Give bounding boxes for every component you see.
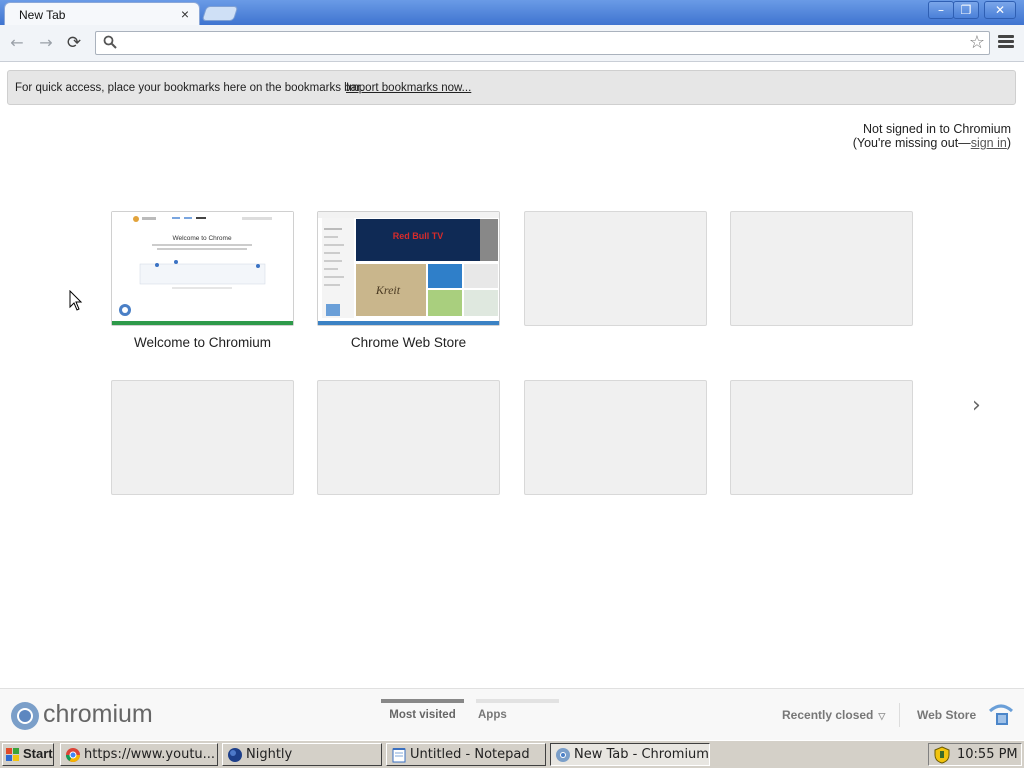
tile-empty[interactable] (524, 380, 707, 495)
tile-label[interactable]: Welcome to Chromium (111, 335, 294, 350)
brand-name: chromium (43, 700, 153, 728)
task-nightly[interactable]: Nightly (222, 743, 382, 766)
import-bookmarks-link[interactable]: Import bookmarks now... (346, 82, 471, 94)
section-label: Most visited (389, 709, 456, 721)
chromium-logo-icon (11, 702, 39, 730)
reload-button[interactable]: ⟳ (64, 33, 84, 53)
tile-accent-bar (318, 321, 499, 325)
title-bar: New Tab × – ❐ ✕ (0, 0, 1024, 26)
back-button[interactable]: ← (7, 33, 27, 53)
welcome-thumbnail: Welcome to Chrome (112, 212, 293, 325)
web-store-link[interactable]: Web Store (917, 708, 976, 722)
browser-toolbar: ← → ⟳ ☆ (0, 25, 1024, 62)
signin-notice: Not signed in to Chromium (You're missin… (853, 122, 1011, 150)
menu-icon[interactable] (998, 35, 1014, 51)
notepad-icon (392, 748, 406, 763)
tab-title: New Tab (19, 8, 66, 22)
omnibox-input[interactable] (122, 34, 952, 52)
store-feature-text: Kreit (375, 283, 401, 297)
ntp-footer: chromium Most visited Apps Recently clos… (0, 688, 1024, 740)
task-label: https://www.youtu... (84, 747, 216, 762)
signin-suffix: ) (1006, 136, 1011, 150)
recently-closed-label: Recently closed (782, 708, 874, 722)
clock: 10:55 PM (957, 747, 1018, 762)
system-tray: 10:55 PM (928, 743, 1022, 766)
tile-empty[interactable] (730, 380, 913, 495)
new-tab-button[interactable] (201, 6, 239, 21)
section-label: Apps (478, 709, 507, 721)
tile-empty[interactable] (524, 211, 707, 326)
chrome-icon (66, 748, 80, 762)
close-window-button[interactable]: ✕ (984, 1, 1016, 19)
chromium-icon (556, 748, 570, 762)
start-label: Start (23, 746, 53, 761)
tile-empty[interactable] (111, 380, 294, 495)
recently-closed-menu[interactable]: Recently closed ▽ (782, 708, 885, 722)
bookmark-bar-message: For quick access, place your bookmarks h… (15, 82, 364, 94)
task-youtube[interactable]: https://www.youtu... (60, 743, 218, 766)
search-icon (103, 35, 117, 49)
restore-button[interactable]: ❐ (953, 1, 979, 19)
sign-in-link[interactable]: sign in (971, 136, 1007, 150)
security-shield-icon[interactable] (934, 746, 950, 764)
store-banner-text: Red Bull TV (393, 231, 444, 241)
minimize-button[interactable]: – (928, 1, 954, 19)
bookmark-bar: For quick access, place your bookmarks h… (7, 70, 1016, 105)
task-label: Untitled - Notepad (410, 747, 530, 762)
taskbar: Start https://www.youtu... Nightly Untit… (0, 740, 1024, 768)
omnibox[interactable]: ☆ (95, 31, 990, 55)
tile-accent-bar (112, 321, 293, 325)
welcome-heading: Welcome to Chrome (172, 235, 232, 242)
tab-close-icon[interactable]: × (181, 6, 189, 22)
mouse-cursor-icon (69, 290, 83, 311)
next-page-arrow[interactable]: › (972, 393, 981, 418)
signin-prefix: (You're missing out— (852, 136, 971, 150)
tile-empty[interactable] (730, 211, 913, 326)
tile-chrome-web-store[interactable]: Red Bull TV Kreit (317, 211, 500, 326)
web-store-thumbnail: Red Bull TV Kreit (318, 212, 499, 325)
divider (899, 703, 900, 727)
task-label: Nightly (246, 747, 293, 762)
windows-flag-icon (6, 748, 19, 761)
tab-apps[interactable]: Apps (476, 699, 559, 721)
signin-status: Not signed in to Chromium (863, 122, 1011, 136)
tile-welcome-to-chromium[interactable]: Welcome to Chrome (111, 211, 294, 326)
task-label: New Tab - Chromium (574, 747, 709, 762)
chevron-down-icon: ▽ (878, 711, 886, 721)
forward-button[interactable]: → (36, 33, 56, 53)
task-notepad[interactable]: Untitled - Notepad (386, 743, 546, 766)
tab-new-tab[interactable]: New Tab × (4, 2, 200, 26)
tile-label[interactable]: Chrome Web Store (317, 335, 500, 350)
nightly-icon (228, 748, 242, 762)
tile-empty[interactable] (317, 380, 500, 495)
tab-most-visited[interactable]: Most visited (381, 699, 464, 721)
task-chromium[interactable]: New Tab - Chromium (550, 743, 710, 766)
bookmark-star-icon[interactable]: ☆ (969, 33, 985, 53)
web-store-icon[interactable] (988, 703, 1014, 727)
start-button[interactable]: Start (2, 743, 54, 766)
